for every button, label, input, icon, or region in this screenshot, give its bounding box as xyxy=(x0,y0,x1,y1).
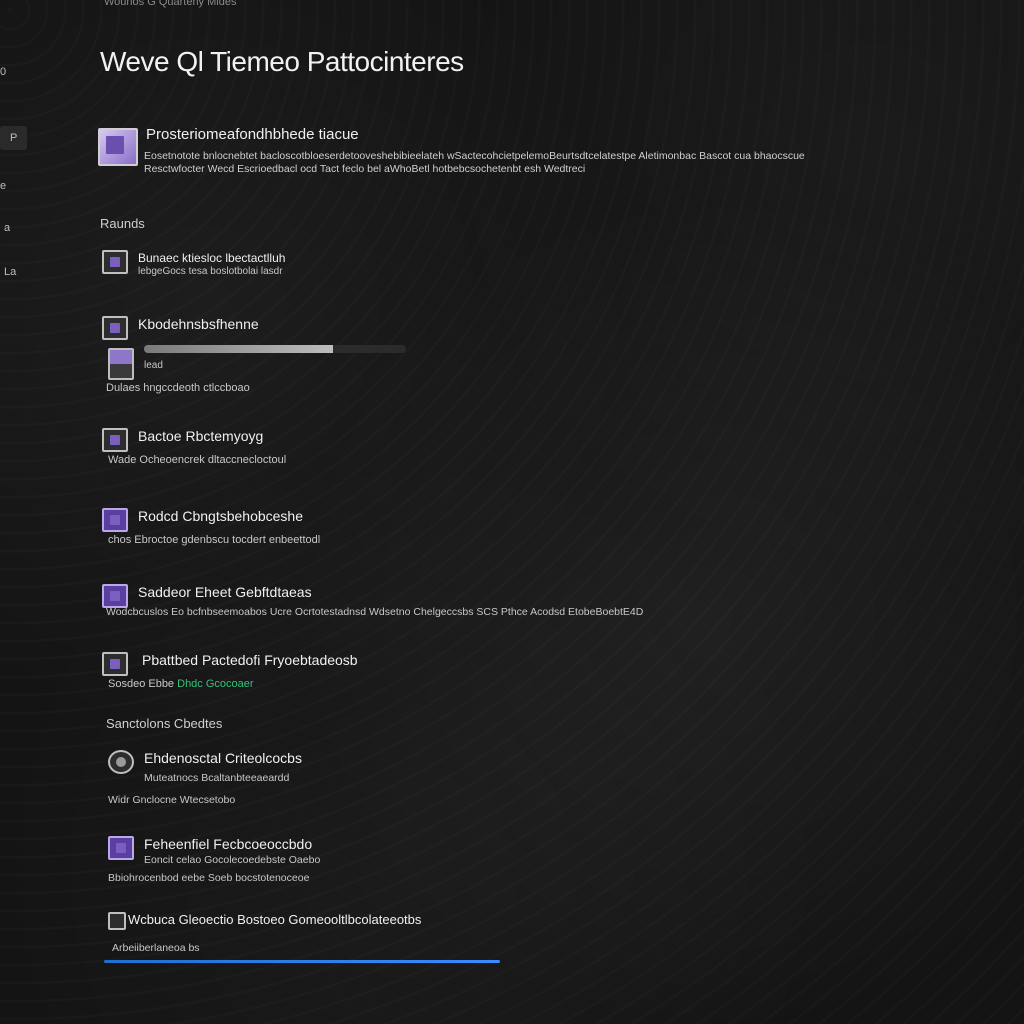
rail-item-2[interactable]: P xyxy=(0,126,28,150)
section-label: Sanctolons Cbedtes xyxy=(106,716,223,731)
rail-item-3[interactable]: e xyxy=(0,180,6,192)
progress-bar xyxy=(144,345,406,353)
app-icon xyxy=(98,128,138,166)
item-subtitle-accent: Dhdc Gcocoaer xyxy=(177,678,254,690)
item-subtitle: Bbiohrocenbod eebe Soeb bocstotenoceoe xyxy=(108,872,310,884)
header-description-line: Resctwfocter Wecd Escrioedbacl ocd Tact … xyxy=(144,163,586,175)
item-subtitle: Sosdeo Ebbe Dhdc Gcocoaer xyxy=(108,678,254,690)
item-subtitle: Wade Ocheoencrek dltaccnecloctoul xyxy=(108,454,287,466)
item-title: Ehdenosctal Criteolcocbs xyxy=(144,750,302,766)
item-title: Bunaec ktiesloc lbectactlluh xyxy=(138,251,286,265)
rail-item-4[interactable]: a xyxy=(4,222,10,234)
item-subtitle: Wodcbcuslos Eo bcfnbseemoabos Ucre Ocrto… xyxy=(106,606,644,618)
bottom-progress-bar xyxy=(104,960,500,963)
item-title: Pbattbed Pactedofi Fryoebtadeosb xyxy=(142,652,358,668)
item-subtitle: Arbeiiberlaneoa bs xyxy=(112,942,200,954)
item-subtitle: Muteatnocs Bcaltanbteeaeardd xyxy=(144,772,290,784)
item-title: Kbodehnsbsfhenne xyxy=(138,316,259,332)
rail-item-1[interactable]: 0 xyxy=(0,66,6,78)
window-caption: Wounos G Quarterly Mides xyxy=(104,0,237,8)
file-icon xyxy=(108,348,134,380)
page-title: Weve Ql Tiemeo Pattocinteres xyxy=(100,46,464,77)
item-subtitle: Widr Gnclocne Wtecsetobo xyxy=(108,794,236,806)
item-subtitle-text: Sosdeo Ebbe xyxy=(108,678,175,690)
progress-label: lead xyxy=(144,360,163,371)
header-description-line: Eosetnotote bnlocnebtet bacloscotbloeser… xyxy=(144,150,805,162)
header-title: Prosteriomeafondhbhede tiacue xyxy=(146,126,359,143)
chat-icon xyxy=(102,508,128,532)
bookmark-icon xyxy=(102,584,128,608)
pencil-icon xyxy=(108,912,126,930)
grid-icon xyxy=(102,652,128,676)
item-title: Rodcd Cbngtsbehobceshe xyxy=(138,508,304,524)
item-title: Bactoe Rbctemyoyg xyxy=(138,428,264,444)
mail-icon xyxy=(108,836,134,860)
section-label: Raunds xyxy=(100,216,145,231)
left-rail: 0 P e a La xyxy=(0,0,40,1024)
item-subtitle: lebgeGocs tesa boslotbolai lasdr xyxy=(138,266,283,277)
item-subtitle: chos Ebroctoe gdenbscu tocdert enbeettod… xyxy=(108,534,321,546)
progress-fill xyxy=(144,345,333,353)
document-icon xyxy=(102,316,128,340)
folder-icon xyxy=(102,250,128,274)
item-subtitle: Dulaes hngccdeoth ctlccboao xyxy=(106,382,250,394)
header-description: Eosetnotote bnlocnebtet bacloscotbloeser… xyxy=(144,150,964,176)
item-title: Feheenfiel Fecbcoeoccbdo xyxy=(144,836,313,852)
item-title: Saddeor Eheet Gebftdtaeas xyxy=(138,584,312,600)
item-title: Wcbuca Gleoectio Bostoeo Gomeooltlbcolat… xyxy=(128,912,422,927)
item-subtitle: Eoncit celao Gocolecoedebste Oaebo xyxy=(144,854,321,866)
user-icon xyxy=(108,750,134,774)
rail-item-5[interactable]: La xyxy=(4,266,16,278)
calendar-icon xyxy=(102,428,128,452)
